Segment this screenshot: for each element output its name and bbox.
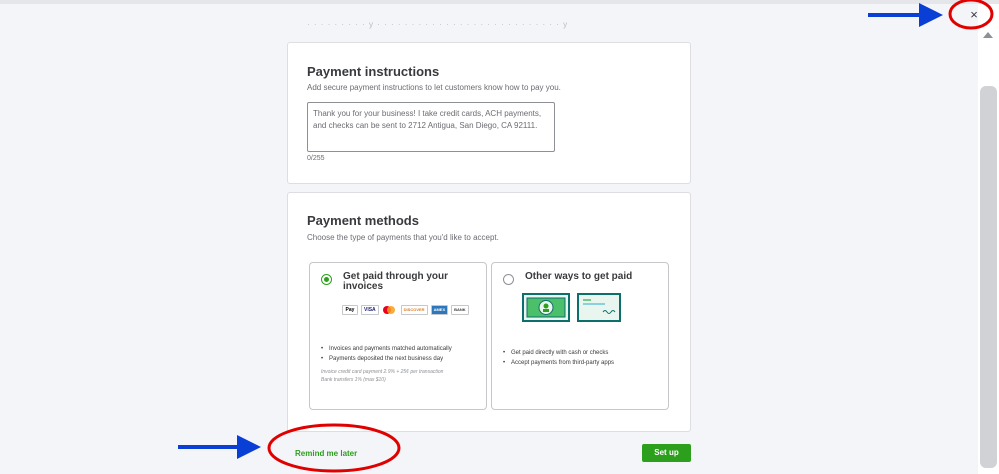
payment-instructions-title: Payment instructions	[307, 64, 440, 79]
list-item: Invoices and payments matched automatica…	[321, 344, 489, 354]
payment-instructions-input[interactable]: Thank you for your business! I take cred…	[307, 102, 555, 152]
cash-icon	[522, 293, 570, 322]
faded-header-text: · · · · · · · · · y · · · · · · · · · · …	[307, 20, 569, 29]
invoice-payments-bullets: Invoices and payments matched automatica…	[321, 344, 489, 364]
discover-icon: DISCOVER	[400, 305, 428, 315]
invoice-fees-note: Invoice credit card payment 2.9% + 25¢ p…	[321, 368, 485, 384]
fee-line-card: Invoice credit card payment 2.9% + 25¢ p…	[321, 369, 444, 375]
set-up-button[interactable]: Set up	[642, 444, 691, 462]
fee-line-bank: Bank transfers 1% (max $10)	[321, 377, 386, 383]
payment-instructions-subtitle: Add secure payment instructions to let c…	[307, 83, 561, 92]
bank-icon: BANK	[451, 305, 469, 315]
radio-other-ways[interactable]	[503, 274, 514, 285]
scroll-up-arrow-icon[interactable]	[983, 32, 993, 38]
radio-invoice-payments[interactable]	[321, 274, 332, 285]
visa-icon: VISA	[361, 305, 379, 315]
card-brand-logos: Pay VISA DISCOVER AMEX BANK	[342, 305, 469, 317]
list-item: Payments deposited the next business day	[321, 354, 489, 364]
option-invoice-payments-title: Get paid through your invoices	[343, 271, 448, 292]
list-item: Get paid directly with cash or checks	[503, 348, 671, 358]
option-invoice-payments[interactable]: Get paid through your invoices Pay VISA …	[309, 262, 487, 410]
top-divider	[0, 0, 999, 4]
option-other-ways-title: Other ways to get paid	[525, 271, 633, 282]
check-icon	[577, 293, 621, 322]
payment-instructions-card: Payment instructions Add secure payment …	[287, 42, 691, 184]
payment-methods-card: Payment methods Choose the type of payme…	[287, 192, 691, 432]
mastercard-icon	[381, 305, 398, 315]
other-ways-bullets: Get paid directly with cash or checks Ac…	[503, 348, 671, 368]
amex-icon: AMEX	[430, 305, 449, 315]
remind-me-later-link[interactable]: Remind me later	[295, 449, 357, 458]
payment-methods-subtitle: Choose the type of payments that you'd l…	[307, 233, 499, 242]
option-other-ways[interactable]: Other ways to get paid Get paid directly…	[491, 262, 669, 410]
character-counter: 0/255	[307, 155, 325, 162]
apple-pay-icon: Pay	[342, 305, 358, 315]
close-icon[interactable]: ×	[966, 8, 982, 22]
list-item: Accept payments from third-party apps	[503, 358, 671, 368]
scrollbar-thumb[interactable]	[980, 86, 997, 468]
payment-methods-title: Payment methods	[307, 213, 419, 228]
